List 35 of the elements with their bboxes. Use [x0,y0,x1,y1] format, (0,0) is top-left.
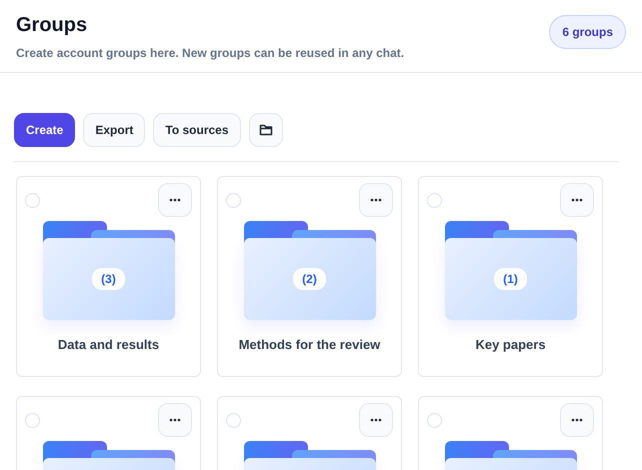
group-name: Methods for the review [238,337,380,352]
more-icon [370,418,382,422]
group-card[interactable]: (1) Key papers [418,176,603,377]
select-radio[interactable] [25,192,40,208]
folder-icon [258,124,273,136]
select-radio[interactable] [226,412,241,428]
group-card[interactable]: (2) Methods for the review [217,176,402,377]
more-icon [571,198,583,202]
more-button[interactable] [359,403,393,437]
more-icon [169,198,181,202]
more-button[interactable] [158,183,192,217]
more-button[interactable] [158,403,192,437]
group-card[interactable]: (3) Data and results [16,176,201,377]
more-button[interactable] [359,183,393,217]
group-count-badge: 6 groups [549,15,626,49]
select-radio[interactable] [25,412,40,428]
export-button[interactable]: Export [83,113,146,147]
folder-button[interactable] [248,113,283,147]
create-button[interactable]: Create [14,113,76,147]
select-radio[interactable] [427,412,442,428]
page-subtitle: Create account groups here. New groups can be reused in any chat. [16,46,404,60]
more-button[interactable] [560,183,594,217]
group-name: Key papers [475,337,546,352]
page-title: Groups [16,14,88,37]
more-button[interactable] [560,403,594,437]
more-icon [169,418,181,422]
group-name: Data and results [58,337,160,352]
select-radio[interactable] [427,192,442,208]
item-count: (2) [293,268,326,290]
item-count: (1) [494,268,527,290]
select-radio[interactable] [226,192,241,208]
item-count: (3) [92,268,125,290]
more-icon [370,198,382,202]
more-icon [571,418,583,422]
sources-button[interactable]: To sources [153,113,241,147]
